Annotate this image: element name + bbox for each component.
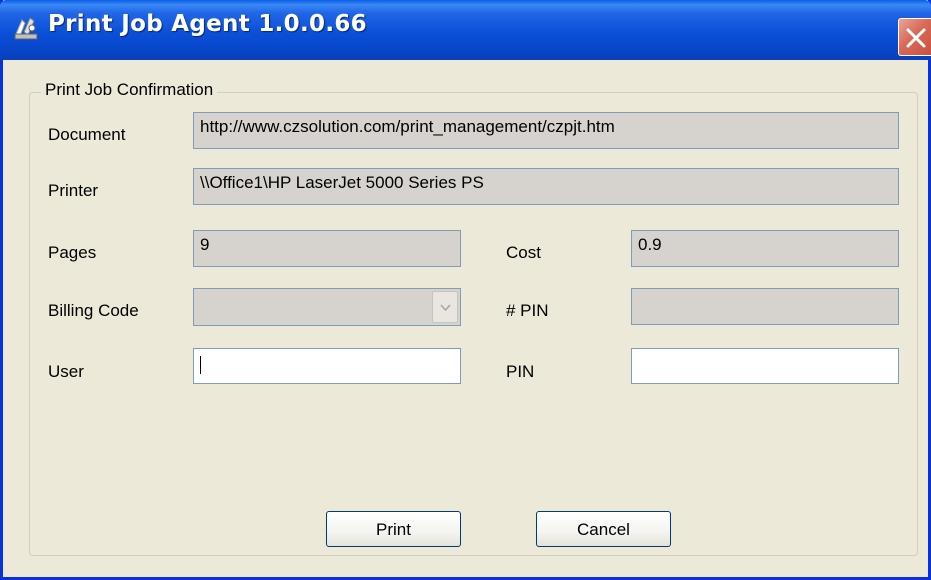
pin-count-label: # PIN <box>506 301 549 320</box>
billing-code-dropdown-button[interactable] <box>432 291 458 323</box>
text-caret <box>200 356 201 374</box>
document-field: http://www.czsolution.com/print_manageme… <box>193 112 899 149</box>
user-label: User <box>48 362 84 381</box>
pin-count-field <box>631 288 899 325</box>
print-job-agent-window: Print Job Agent 1.0.0.66 Print Job Confi… <box>0 0 931 580</box>
title-bar[interactable]: Print Job Agent 1.0.0.66 <box>0 0 931 60</box>
printer-field: \\Office1\HP LaserJet 5000 Series PS <box>193 168 899 205</box>
cost-field: 0.9 <box>631 230 899 267</box>
pin-label: PIN <box>506 362 535 381</box>
window-title: Print Job Agent 1.0.0.66 <box>48 11 367 37</box>
close-button[interactable] <box>898 18 931 56</box>
printer-label: Printer <box>48 181 99 200</box>
printer-agent-icon <box>12 14 40 42</box>
pages-label: Pages <box>48 243 97 262</box>
print-button[interactable]: Print <box>326 511 461 547</box>
pin-input[interactable] <box>631 348 899 384</box>
cost-label: Cost <box>506 243 541 262</box>
billing-code-combobox[interactable] <box>193 288 461 326</box>
group-label: Print Job Confirmation <box>41 80 218 100</box>
document-label: Document <box>48 125 126 144</box>
user-input[interactable] <box>193 348 461 384</box>
billing-code-label: Billing Code <box>48 301 139 320</box>
cancel-button[interactable]: Cancel <box>536 511 671 547</box>
pages-field: 9 <box>193 230 461 267</box>
